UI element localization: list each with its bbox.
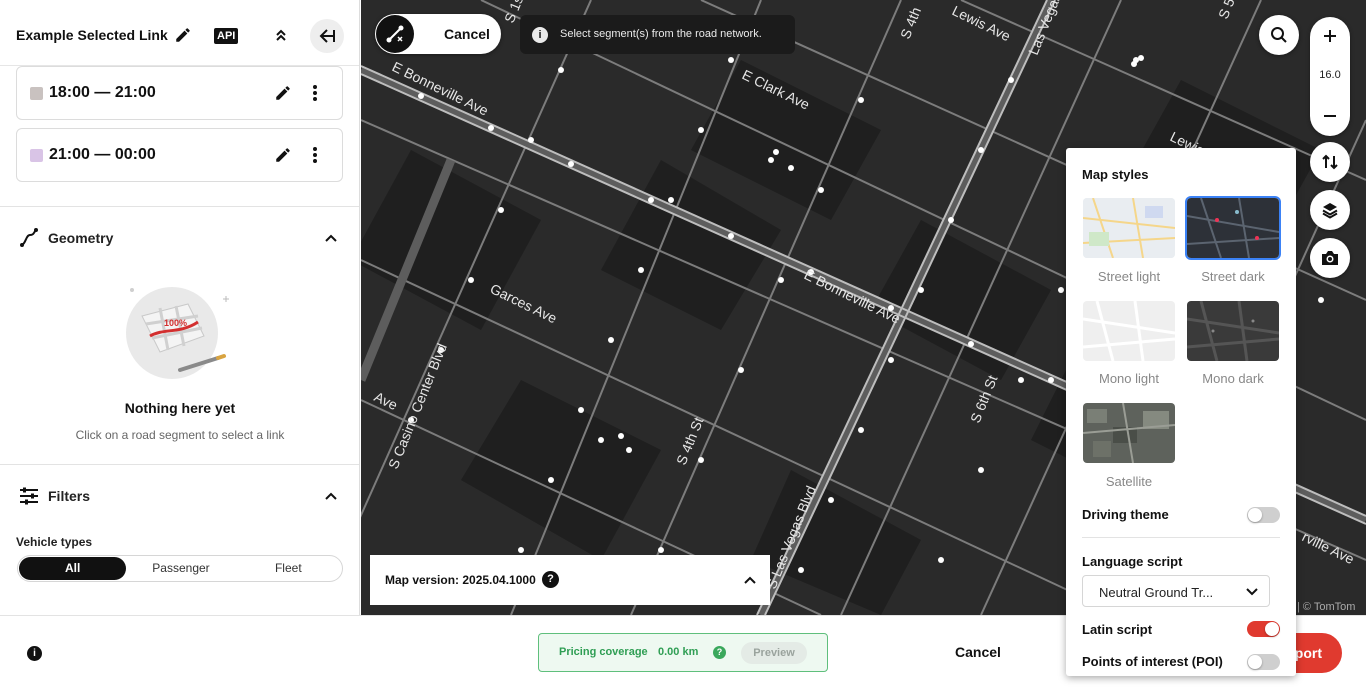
toggle-knob — [1248, 655, 1262, 669]
style-label: Street dark — [1201, 269, 1265, 284]
style-thumb-mono-dark[interactable] — [1187, 301, 1279, 361]
more-options-icon[interactable] — [303, 81, 327, 105]
latin-script-toggle[interactable] — [1247, 621, 1280, 637]
vehicle-types-label: Vehicle types — [16, 535, 93, 549]
style-label: Satellite — [1105, 474, 1153, 489]
driving-theme-label: Driving theme — [1082, 507, 1169, 522]
pricing-coverage-label: Pricing coverage — [559, 646, 648, 658]
pricing-coverage: Pricing coverage 0.00 km ? Preview — [538, 633, 828, 672]
language-script-label: Language script — [1082, 554, 1183, 569]
empty-state-illustration: 100% — [120, 278, 235, 388]
language-script-value: Neutral Ground Tr... — [1099, 585, 1214, 600]
svg-text:100%: 100% — [164, 318, 187, 328]
cancel-selection-button[interactable]: Cancel — [375, 14, 501, 54]
driving-theme-toggle[interactable] — [1247, 507, 1280, 523]
minus-icon — [1324, 115, 1336, 117]
time-slot-swatch — [30, 149, 43, 162]
filter-sliders-icon — [18, 485, 40, 507]
layers-icon — [1322, 203, 1338, 219]
vehicle-type-passenger[interactable]: Passenger — [127, 556, 234, 581]
pricing-coverage-value: 0.00 km — [658, 646, 699, 658]
selection-hint: i Select segment(s) from the road networ… — [520, 15, 795, 54]
geometry-icon — [18, 227, 40, 249]
camera-icon — [1322, 251, 1338, 265]
time-slot-label: 18:00 — 21:00 — [49, 84, 156, 101]
layers-button[interactable] — [1310, 190, 1350, 230]
zoom-level: 16.0 — [1319, 69, 1341, 81]
time-slot-card[interactable]: 21:00 — 00:00 — [16, 128, 343, 182]
more-options-icon[interactable] — [303, 143, 327, 167]
help-icon[interactable]: ? — [542, 571, 559, 588]
swap-arrows-icon — [1322, 154, 1338, 170]
double-chevron-up-icon[interactable] — [268, 22, 294, 48]
style-label: Mono dark — [1202, 371, 1264, 386]
filters-title: Filters — [48, 488, 91, 504]
search-button[interactable] — [1259, 15, 1299, 55]
hint-text: Select segment(s) from the road network. — [560, 28, 762, 40]
geometry-section-header[interactable]: Geometry — [0, 217, 359, 257]
export-label: port — [1294, 645, 1322, 661]
edit-time-slot-icon[interactable] — [271, 143, 295, 167]
chevron-down-icon — [1245, 583, 1259, 604]
filters-section-header[interactable]: Filters — [0, 475, 359, 515]
time-slot-label: 21:00 — 00:00 — [49, 146, 156, 163]
plus-icon — [1324, 30, 1336, 42]
panel-header: Example Selected Link API — [0, 0, 359, 66]
style-thumb-street-dark[interactable] — [1187, 198, 1279, 258]
map-styles-panel: Map styles Street light Street dark Mono… — [1066, 148, 1296, 676]
zoom-in-button[interactable] — [1310, 17, 1350, 55]
api-button[interactable]: API — [214, 28, 239, 44]
language-script-select[interactable]: Neutral Ground Tr... — [1082, 575, 1270, 607]
info-icon[interactable]: i — [27, 646, 42, 661]
style-label: Street light — [1097, 269, 1161, 284]
chevron-up-icon[interactable] — [320, 227, 342, 249]
screenshot-button[interactable] — [1310, 238, 1350, 278]
time-slot-swatch — [30, 87, 43, 100]
latin-script-label: Latin script — [1082, 622, 1153, 637]
info-icon: i — [532, 27, 548, 43]
collapse-panel-button[interactable] — [310, 19, 344, 53]
geometry-title: Geometry — [48, 230, 114, 246]
chevron-up-icon[interactable] — [320, 485, 342, 507]
edit-title-icon[interactable] — [170, 22, 196, 48]
style-thumb-mono-light[interactable] — [1083, 301, 1175, 361]
map-styles-title: Map styles — [1082, 167, 1149, 182]
toggle-knob — [1265, 622, 1279, 636]
zoom-control: 16.0 — [1310, 17, 1350, 136]
vehicle-type-segmented-control: All Passenger Fleet — [17, 555, 343, 582]
draw-segment-icon — [376, 15, 414, 53]
cancel-label: Cancel — [444, 26, 490, 42]
zoom-out-button[interactable] — [1310, 97, 1350, 135]
arrow-left-bar-icon — [319, 29, 335, 43]
time-slot-card[interactable]: 18:00 — 21:00 — [16, 66, 343, 120]
preview-button[interactable]: Preview — [741, 642, 807, 664]
style-label: Mono light — [1099, 371, 1159, 386]
map-attribution: | © TomTom — [1297, 601, 1356, 613]
divider — [0, 206, 359, 207]
map-version-bar[interactable]: Map version: 2025.04.1000 ? — [370, 555, 770, 605]
swap-direction-button[interactable] — [1310, 142, 1350, 182]
search-icon — [1271, 27, 1287, 43]
help-icon[interactable]: ? — [713, 646, 726, 659]
vehicle-type-all[interactable]: All — [19, 557, 127, 580]
poi-label: Points of interest (POI) — [1082, 654, 1223, 669]
style-thumb-street-light[interactable] — [1083, 198, 1175, 258]
divider — [1082, 537, 1280, 538]
divider — [0, 464, 359, 465]
cancel-button[interactable]: Cancel — [955, 644, 1001, 660]
vehicle-type-fleet[interactable]: Fleet — [235, 556, 342, 581]
chevron-up-icon[interactable] — [740, 570, 760, 590]
poi-toggle[interactable] — [1247, 654, 1280, 670]
edit-time-slot-icon[interactable] — [271, 81, 295, 105]
toggle-knob — [1248, 508, 1262, 522]
left-panel: Example Selected Link API 18:00 — 21:00 … — [0, 0, 360, 615]
style-thumb-satellite[interactable] — [1083, 403, 1175, 463]
empty-state-title: Nothing here yet — [124, 400, 236, 416]
page-title: Example Selected Link — [16, 27, 168, 43]
empty-state-subtitle: Click on a road segment to select a link — [75, 428, 285, 442]
map-version-text: Map version: 2025.04.1000 — [385, 573, 536, 587]
